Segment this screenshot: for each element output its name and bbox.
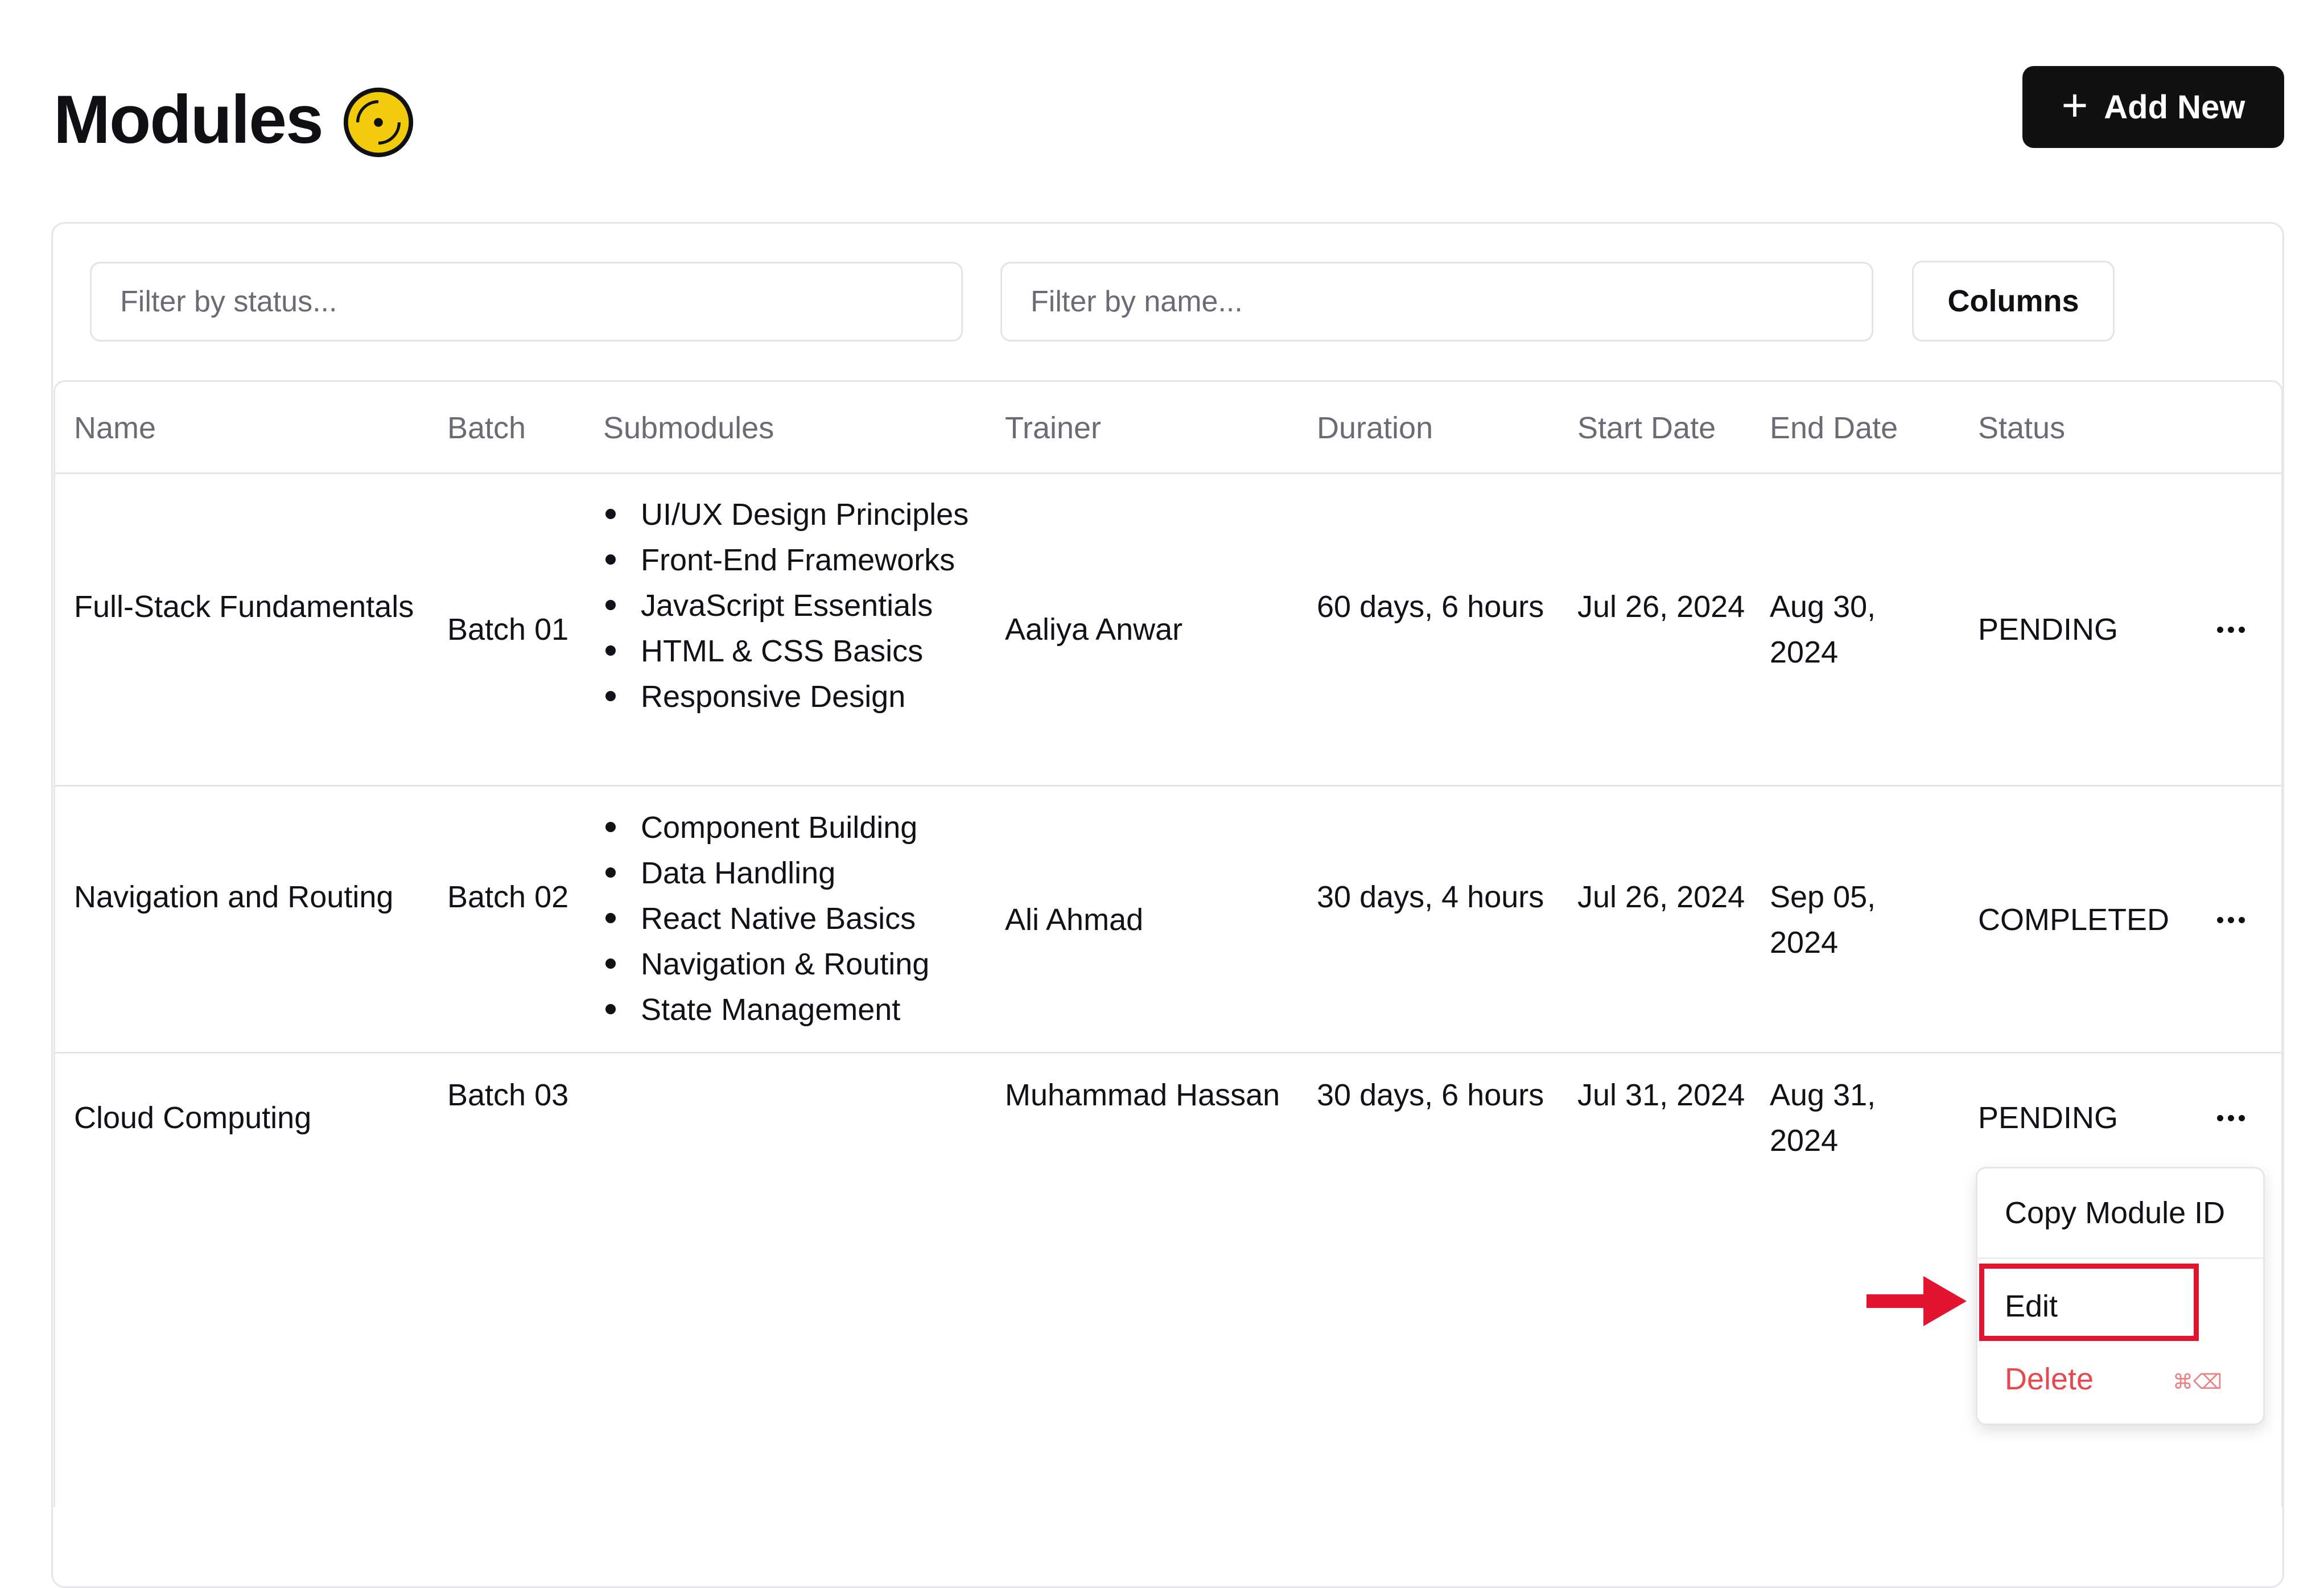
row2-more-button[interactable] <box>2208 903 2253 937</box>
row1-start-date: Jul 26, 2024 <box>1577 590 1745 624</box>
disc-icon <box>343 87 414 158</box>
filter-status-input[interactable] <box>90 262 963 342</box>
list-item: Responsive Design <box>603 674 1002 719</box>
columns-button[interactable]: Columns <box>1912 261 2115 342</box>
more-dot-icon <box>2238 1114 2245 1121</box>
edit-highlight-box <box>1979 1264 2199 1341</box>
header-trainer[interactable]: Trainer <box>1005 405 1301 451</box>
header-name[interactable]: Name <box>74 405 415 451</box>
more-dot-icon <box>2216 1114 2223 1121</box>
row2-end-date: Sep 05, 2024 <box>1770 880 1876 960</box>
row3-more-button[interactable] <box>2208 1101 2253 1135</box>
filter-name-input[interactable] <box>1000 262 1873 342</box>
more-dot-icon <box>2227 916 2234 923</box>
divider <box>55 472 2281 474</box>
row2-duration: 30 days, 4 hours <box>1317 880 1544 914</box>
more-dot-icon <box>2227 1114 2234 1121</box>
row3-status: PENDING <box>1978 1101 2119 1135</box>
header-start-date[interactable]: Start Date <box>1577 405 1748 451</box>
row2-trainer: Ali Ahmad <box>1005 903 1144 937</box>
menu-separator <box>1977 1257 2263 1259</box>
row1-name: Full-Stack Fundamentals <box>74 590 414 624</box>
add-new-button[interactable]: + Add New <box>2022 66 2284 148</box>
list-item: React Native Basics <box>603 896 1002 941</box>
more-dot-icon <box>2238 916 2245 923</box>
list-item: Navigation & Routing <box>603 941 1002 987</box>
row3-start-date: Jul 31, 2024 <box>1577 1078 1745 1112</box>
delete-shortcut: ⌘⌫ <box>2173 1371 2222 1394</box>
add-new-label: Add New <box>2104 88 2245 126</box>
page-title: Modules <box>53 81 324 158</box>
row1-end-date: Aug 30, 2024 <box>1770 590 1876 669</box>
more-dot-icon <box>2227 626 2234 633</box>
menu-item-delete[interactable]: Delete <box>2005 1356 2094 1402</box>
menu-item-copy-id[interactable]: Copy Module ID <box>2005 1190 2225 1236</box>
row3-end-date: Aug 31, 2024 <box>1770 1078 1876 1158</box>
row3-name: Cloud Computing <box>74 1101 312 1135</box>
more-dot-icon <box>2216 626 2223 633</box>
list-item: Component Building <box>603 805 1002 850</box>
plus-icon: + <box>2061 80 2088 130</box>
header-end-date[interactable]: End Date <box>1770 405 1952 451</box>
list-item: Front-End Frameworks <box>603 537 1002 583</box>
row2-start-date: Jul 26, 2024 <box>1577 880 1745 914</box>
row1-submodules: UI/UX Design Principles Front-End Framew… <box>603 492 1002 719</box>
header-status[interactable]: Status <box>1978 405 2183 451</box>
list-item: HTML & CSS Basics <box>603 628 1002 674</box>
row3-batch: Batch 03 <box>447 1078 569 1112</box>
more-dot-icon <box>2238 626 2245 633</box>
divider <box>55 1052 2281 1054</box>
row1-trainer: Aaliya Anwar <box>1005 612 1183 647</box>
list-item: JavaScript Essentials <box>603 583 1002 628</box>
row2-submodules: Component Building Data Handling React N… <box>603 805 1002 1032</box>
arrow-right-icon <box>1866 1276 1967 1326</box>
row1-batch: Batch 01 <box>447 612 569 647</box>
row2-name: Navigation and Routing <box>74 880 394 914</box>
row3-trainer: Muhammad Hassan <box>1005 1078 1280 1112</box>
more-dot-icon <box>2216 916 2223 923</box>
row2-status: COMPLETED <box>1978 903 2170 937</box>
header-duration[interactable]: Duration <box>1317 405 1556 451</box>
list-item: State Management <box>603 987 1002 1032</box>
header-batch[interactable]: Batch <box>447 405 590 451</box>
list-item: UI/UX Design Principles <box>603 492 1002 537</box>
list-item: Data Handling <box>603 850 1002 896</box>
row3-duration: 30 days, 6 hours <box>1317 1078 1544 1112</box>
row2-batch: Batch 02 <box>447 880 569 914</box>
divider <box>55 785 2281 787</box>
header-submodules[interactable]: Submodules <box>603 405 1002 451</box>
row1-duration: 60 days, 6 hours <box>1317 590 1544 624</box>
row1-more-button[interactable] <box>2208 612 2253 647</box>
row1-status: PENDING <box>1978 612 2119 647</box>
